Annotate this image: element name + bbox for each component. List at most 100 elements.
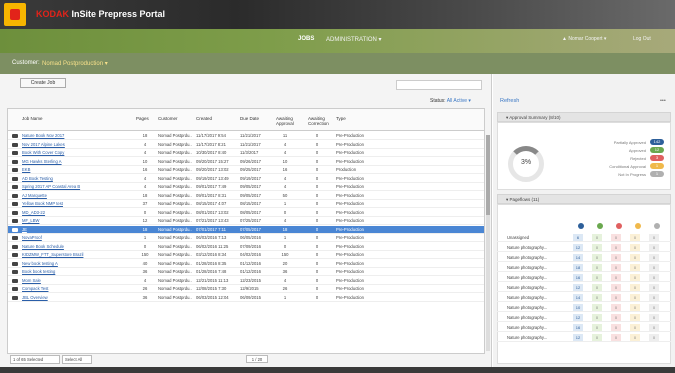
legend-count-badge[interactable]: 12 xyxy=(650,147,664,153)
pageflow-count[interactable]: 0 xyxy=(592,264,602,271)
pageflow-count[interactable]: 0 xyxy=(649,254,659,261)
table-row[interactable]: MG Hawks Sterling A 10 Nomad Postprdu... 09… xyxy=(8,158,484,166)
legend-count-badge[interactable]: 142 xyxy=(650,139,664,145)
page-indicator[interactable]: 1 / 20 xyxy=(246,355,268,363)
pageflow-row[interactable]: Nature photography... 14 0 0 0 0 xyxy=(497,294,671,302)
pageflow-row[interactable]: Nature photography... 12 0 0 0 0 xyxy=(497,314,671,322)
job-name-link[interactable]: Book With Cover Copy xyxy=(22,149,130,156)
pageflow-count[interactable]: 0 xyxy=(630,244,640,251)
pageflow-count[interactable]: 0 xyxy=(611,274,621,281)
job-name-link[interactable]: MD_AD3-22 xyxy=(22,209,130,216)
pageflow-count[interactable]: 0 xyxy=(630,284,640,291)
pageflow-count[interactable]: 0 xyxy=(611,284,621,291)
more-icon[interactable]: ••• xyxy=(660,98,666,104)
table-row[interactable]: MD_AD3-22 0 Nomad Postprdu... 08/01/2017 13… xyxy=(8,209,484,217)
pageflow-count[interactable]: 0 xyxy=(649,264,659,271)
pageflow-count[interactable]: 0 xyxy=(592,244,602,251)
pageflow-count[interactable]: 0 xyxy=(630,324,640,331)
pageflow-count[interactable]: 14 xyxy=(573,254,583,261)
pageflow-count[interactable]: 0 xyxy=(611,324,621,331)
pageflow-count[interactable]: 14 xyxy=(573,294,583,301)
column-header[interactable]: Awaiting Approval xyxy=(276,116,306,126)
pageflow-row[interactable]: Nature photography... 14 0 0 0 0 xyxy=(497,254,671,262)
pageflow-count[interactable]: 0 xyxy=(649,284,659,291)
job-name-link[interactable]: Nature Book Nov 2017 xyxy=(22,132,130,139)
create-job-button[interactable]: Create Job xyxy=(20,78,66,88)
pageflow-count[interactable]: 0 xyxy=(630,234,640,241)
table-row[interactable]: Nov 2017 Alpine Lakes 4 Nomad Postprdu... 1… xyxy=(8,141,484,149)
job-name-link[interactable]: Book book testing xyxy=(22,268,130,275)
pageflow-count[interactable]: 0 xyxy=(649,334,659,341)
table-row[interactable]: MF_LBW 12 Nomad Postprdu... 07/21/2017 13:4… xyxy=(8,217,484,225)
user-menu[interactable]: ▲ Nomar Coopert ▾ xyxy=(562,36,606,42)
pageflow-count[interactable]: 0 xyxy=(630,274,640,281)
pageflow-count[interactable]: 0 xyxy=(630,264,640,271)
table-row[interactable]: New book testing A 40 Nomad Postprdu... 01/… xyxy=(8,260,484,268)
table-row[interactable]: Yellow Book NMP test 37 Nomad Postprdu... 0… xyxy=(8,200,484,208)
pageflow-count[interactable]: 0 xyxy=(630,294,640,301)
pageflow-count[interactable]: 0 xyxy=(630,304,640,311)
pageflow-count[interactable]: 0 xyxy=(592,294,602,301)
pageflow-count[interactable]: 0 xyxy=(649,324,659,331)
table-row[interactable]: NovaProof 1 Nomad Postprdu... 06/03/2016 7:… xyxy=(8,234,484,242)
nav-administration-tab[interactable]: ADMINISTRATION ▾ xyxy=(326,36,382,43)
pageflow-row[interactable]: Nature photography... 12 0 0 0 0 xyxy=(497,244,671,252)
job-name-link[interactable]: Nature Book Schedule xyxy=(22,243,130,250)
pageflow-count[interactable]: 12 xyxy=(573,314,583,321)
pageflow-count[interactable]: 12 xyxy=(573,334,583,341)
pageflow-count[interactable]: 16 xyxy=(573,274,583,281)
pageflows-header[interactable]: ▾ Pageflows (11) xyxy=(497,194,671,204)
grid-scrollbar-thumb[interactable] xyxy=(486,135,490,215)
pageflow-count[interactable]: 0 xyxy=(592,284,602,291)
pageflow-count[interactable]: 0 xyxy=(592,234,602,241)
pageflow-count[interactable]: 0 xyxy=(592,254,602,261)
table-row[interactable]: Book With Cover Copy 4 Nomad Postprdu... 10… xyxy=(8,149,484,157)
job-name-link[interactable]: Yellow Book NMP test xyxy=(22,200,130,207)
table-row[interactable]: AJ Marquette 18 Nomad Postprdu... 09/01/201… xyxy=(8,192,484,200)
table-row[interactable]: Spring 2017 AP Coastal Area B 4 Nomad Post… xyxy=(8,183,484,191)
legend-count-badge[interactable]: 1 xyxy=(650,163,664,169)
pageflow-count[interactable]: 0 xyxy=(592,274,602,281)
pageflow-count[interactable]: 0 xyxy=(630,334,640,341)
table-row[interactable]: Nature Book Nov 2017 18 Nomad Postprdu... 1… xyxy=(8,132,484,140)
refresh-link[interactable]: Refresh xyxy=(500,98,519,104)
table-row[interactable]: AD Book Testing 4 Nomad Postprdu... 09/19/2… xyxy=(8,175,484,183)
pageflow-row[interactable]: Nature photography... 16 0 0 0 0 xyxy=(497,324,671,332)
job-name-link[interactable]: MG Hawks Sterling A xyxy=(22,158,130,165)
pageflow-count[interactable]: 0 xyxy=(592,324,602,331)
job-name-link[interactable]: Spring 2017 AP Coastal Area B xyxy=(22,183,130,190)
pageflow-count[interactable]: 0 xyxy=(649,244,659,251)
table-row[interactable]: Mom Sale 4 Nomad Postprdu... 12/21/2015 11:… xyxy=(8,277,484,285)
job-name-link[interactable]: NovaProof xyxy=(22,234,130,241)
search-input[interactable] xyxy=(396,80,482,90)
table-row[interactable]: KIDZMW_FTT_Superstore Brazil 150 Nomad Pos… xyxy=(8,251,484,259)
pageflow-count[interactable]: 0 xyxy=(611,244,621,251)
pageflow-row[interactable]: Unassigned 6 0 0 0 0 xyxy=(497,234,671,242)
pageflow-count[interactable]: 0 xyxy=(592,314,602,321)
job-name-link[interactable]: AJ Marquette xyxy=(22,192,130,199)
pageflow-count[interactable]: 0 xyxy=(611,314,621,321)
job-name-link[interactable]: MF_LBW xyxy=(22,217,130,224)
customer-selector[interactable]: Nomad Postproduction ▾ xyxy=(42,60,108,67)
status-filter[interactable]: Status: All Active ▾ xyxy=(430,98,471,104)
pageflow-count[interactable]: 10 xyxy=(573,304,583,311)
table-row[interactable]: Book book testing 36 Nomad Postprdu... 01/2… xyxy=(8,268,484,276)
pageflow-count[interactable]: 0 xyxy=(611,294,621,301)
pageflow-count[interactable]: 0 xyxy=(649,294,659,301)
job-name-link[interactable]: EKB xyxy=(22,166,130,173)
approval-summary-header[interactable]: ▾ Approval Summary (8/10) xyxy=(497,112,671,122)
job-name-link[interactable]: KIDZMW_FTT_Superstore Brazil xyxy=(22,251,130,258)
pageflow-count[interactable]: 0 xyxy=(592,334,602,341)
table-row[interactable]: JE 18 Nomad Postprdu... 07/01/2017 7:11 07/0… xyxy=(8,225,484,234)
column-header[interactable]: Awaiting Correction xyxy=(308,116,338,126)
table-row[interactable]: Compack Test 26 Nomad Postprdu... 12/08/201… xyxy=(8,285,484,293)
job-name-link[interactable]: Nov 2017 Alpine Lakes xyxy=(22,141,130,148)
select-all-button[interactable]: Select All xyxy=(62,355,92,364)
pageflow-count[interactable]: 6 xyxy=(573,234,583,241)
pageflow-count[interactable]: 0 xyxy=(611,264,621,271)
pageflow-row[interactable]: Nature photography... 10 0 0 0 0 xyxy=(497,304,671,312)
pageflow-count[interactable]: 0 xyxy=(592,304,602,311)
pageflow-row[interactable]: Nature photography... 12 0 0 0 0 xyxy=(497,284,671,292)
job-name-link[interactable]: AD Book Testing xyxy=(22,175,130,182)
pageflow-count[interactable]: 0 xyxy=(611,304,621,311)
